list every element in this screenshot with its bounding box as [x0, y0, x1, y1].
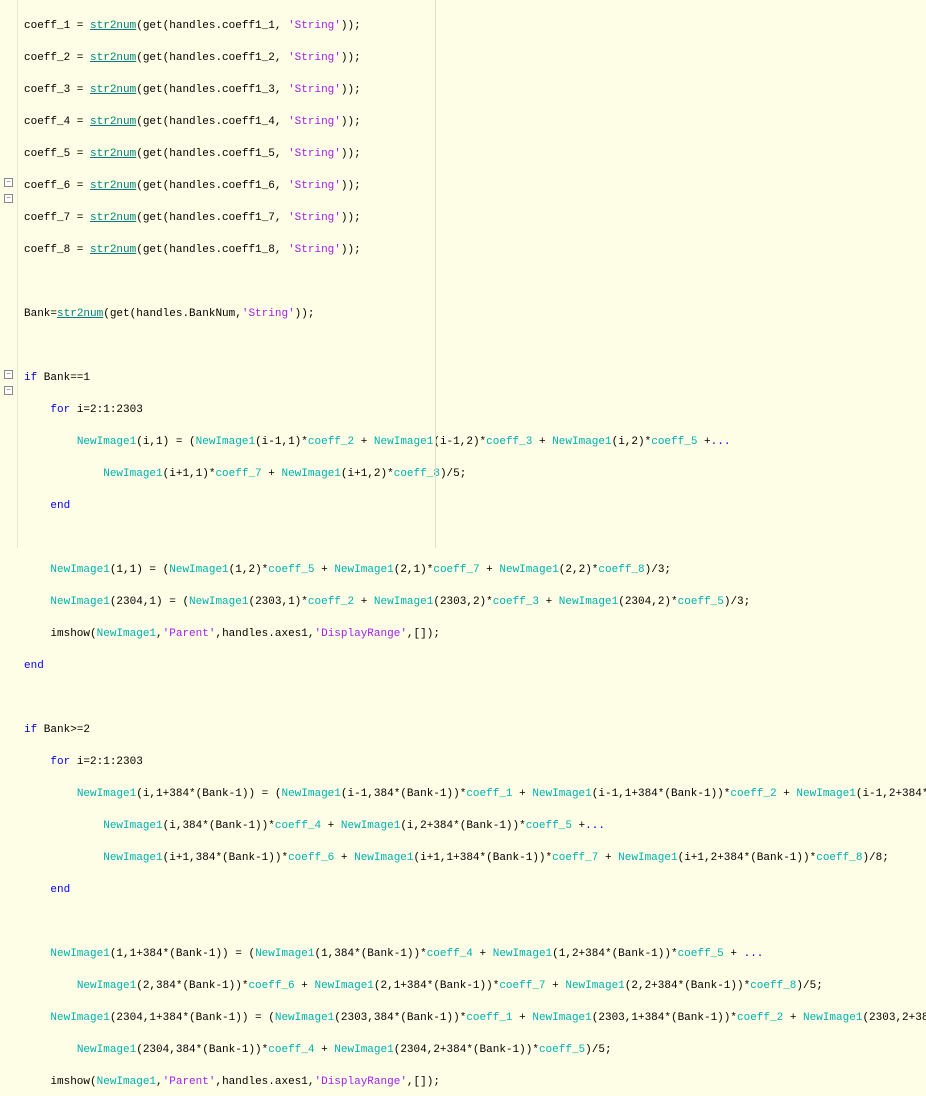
code-line — [24, 914, 926, 930]
fold-toggle-icon[interactable]: − — [4, 194, 13, 203]
code-line: coeff_7 = str2num(get(handles.coeff1_7, … — [24, 210, 926, 226]
code-line — [24, 338, 926, 354]
code-line: coeff_8 = str2num(get(handles.coeff1_8, … — [24, 242, 926, 258]
code-line: for i=2:1:2303 — [24, 754, 926, 770]
code-line: coeff_2 = str2num(get(handles.coeff1_2, … — [24, 50, 926, 66]
code-line: Bank=str2num(get(handles.BankNum,'String… — [24, 306, 926, 322]
code-line — [24, 274, 926, 290]
code-line: NewImage1(2304,1+384*(Bank-1)) = (NewIma… — [24, 1010, 926, 1026]
code-line: coeff_6 = str2num(get(handles.coeff1_6, … — [24, 178, 926, 194]
code-line: NewImage1(1,1) = (NewImage1(1,2)*coeff_5… — [24, 562, 926, 578]
code-line: end — [24, 882, 926, 898]
fold-toggle-icon[interactable]: − — [4, 370, 13, 379]
code-line: imshow(NewImage1,'Parent',handles.axes1,… — [24, 1074, 926, 1090]
code-line: NewImage1(i,384*(Bank-1))*coeff_4 + NewI… — [24, 818, 926, 834]
fold-toggle-icon[interactable]: − — [4, 178, 13, 187]
code-line: if Bank>=2 — [24, 722, 926, 738]
code-line: end — [24, 498, 926, 514]
code-line: NewImage1(i+1,384*(Bank-1))*coeff_6 + Ne… — [24, 850, 926, 866]
code-line: NewImage1(2304,1) = (NewImage1(2303,1)*c… — [24, 594, 926, 610]
code-line: if Bank==1 — [24, 370, 926, 386]
code-line — [24, 530, 926, 546]
code-line: coeff_5 = str2num(get(handles.coeff1_5, … — [24, 146, 926, 162]
code-line — [24, 690, 926, 706]
code-line: for i=2:1:2303 — [24, 402, 926, 418]
column-guide — [435, 0, 436, 548]
code-line: coeff_4 = str2num(get(handles.coeff1_4, … — [24, 114, 926, 130]
code-line: coeff_3 = str2num(get(handles.coeff1_3, … — [24, 82, 926, 98]
code-line: imshow(NewImage1,'Parent',handles.axes1,… — [24, 626, 926, 642]
code-line: NewImage1(i+1,1)*coeff_7 + NewImage1(i+1… — [24, 466, 926, 482]
code-line: NewImage1(2,384*(Bank-1))*coeff_6 + NewI… — [24, 978, 926, 994]
code-line: coeff_1 = str2num(get(handles.coeff1_1, … — [24, 18, 926, 34]
code-line: NewImage1(1,1+384*(Bank-1)) = (NewImage1… — [24, 946, 926, 962]
editor-gutter — [0, 0, 18, 548]
code-line: NewImage1(i,1) = (NewImage1(i-1,1)*coeff… — [24, 434, 926, 450]
fold-toggle-icon[interactable]: − — [4, 386, 13, 395]
code-line: NewImage1(i,1+384*(Bank-1)) = (NewImage1… — [24, 786, 926, 802]
code-editor[interactable]: coeff_1 = str2num(get(handles.coeff1_1, … — [0, 0, 926, 1096]
code-line: NewImage1(2304,384*(Bank-1))*coeff_4 + N… — [24, 1042, 926, 1058]
code-line: end — [24, 658, 926, 674]
